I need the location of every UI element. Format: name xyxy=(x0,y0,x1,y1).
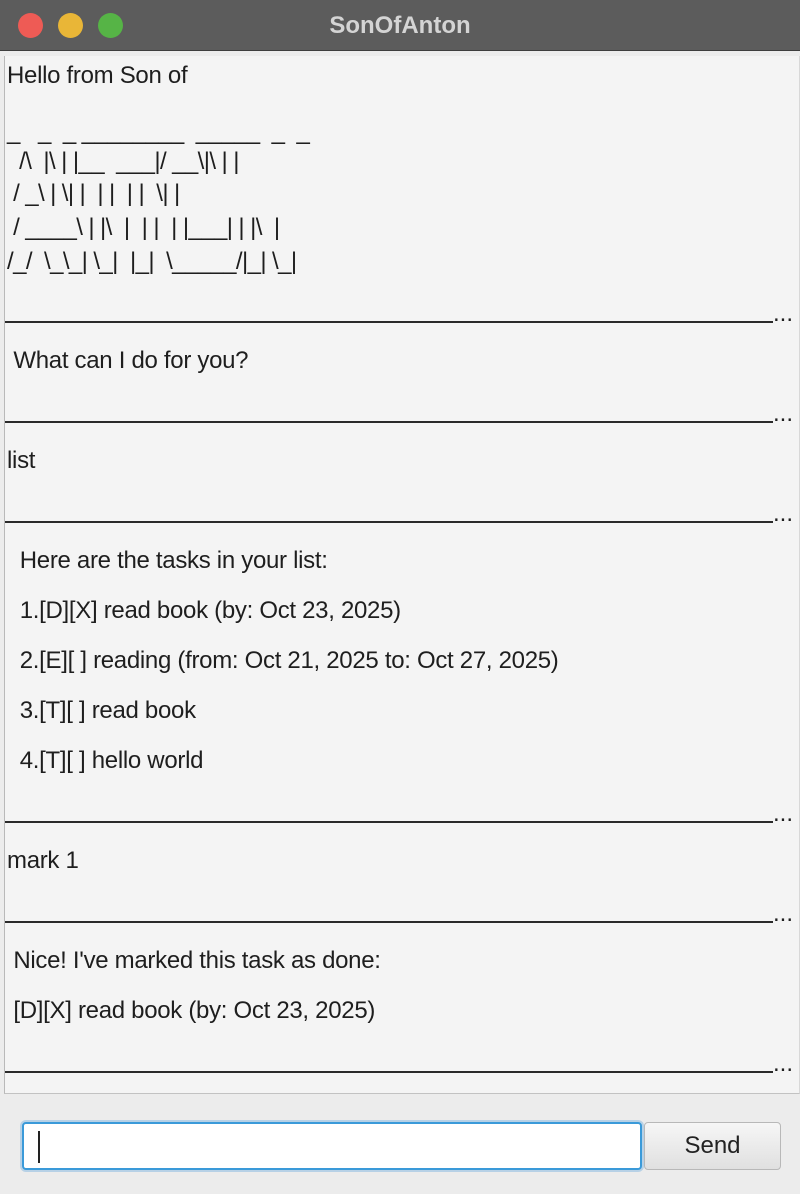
ascii-logo-line: _ _ _ ________ _____ _ _ xyxy=(7,118,310,145)
task-list-item: 2.[E][ ] reading (from: Oct 21, 2025 to:… xyxy=(7,647,559,674)
message-input[interactable] xyxy=(22,1122,642,1170)
text-caret xyxy=(38,1131,40,1163)
separator-line: ... xyxy=(5,500,795,528)
bot-reply-line: [D][X] read book (by: Oct 23, 2025) xyxy=(7,997,376,1024)
chat-scroll-pane[interactable]: Hello from Son of _ _ _ ________ _____ _… xyxy=(4,56,800,1094)
bot-reply-line: Here are the tasks in your list: xyxy=(7,547,328,574)
task-list-item: 3.[T][ ] read book xyxy=(7,697,196,724)
ascii-logo-line: /\ |\ | |__ ___|/ __\|\ | | xyxy=(7,148,239,175)
task-list-item: 4.[T][ ] hello world xyxy=(7,747,204,774)
task-list-item: 1.[D][X] read book (by: Oct 23, 2025) xyxy=(7,597,401,624)
greeting-text: Hello from Son of xyxy=(7,62,188,89)
prompt-text: What can I do for you? xyxy=(7,347,249,374)
send-button[interactable]: Send xyxy=(644,1122,781,1170)
separator-line: ... xyxy=(5,800,795,828)
separator-line: ... xyxy=(5,400,795,428)
separator-line: ... xyxy=(5,300,795,328)
user-message: list xyxy=(7,447,36,474)
user-message: mark 1 xyxy=(7,847,79,874)
input-bar: Send xyxy=(0,1096,800,1194)
ascii-logo-line: / _\ | \| | | | | | \| | xyxy=(7,180,180,207)
ascii-logo-line: / ____\ | |\ | | | | |___| | |\ | xyxy=(7,214,280,241)
bot-reply-line: Nice! I've marked this task as done: xyxy=(7,947,381,974)
separator-line: ... xyxy=(5,1050,795,1078)
separator-line: ... xyxy=(5,900,795,928)
ascii-logo-line: /_/ \_\_| \_| |_| \_____/|_| \_| xyxy=(7,248,297,275)
title-bar: SonOfAnton xyxy=(0,0,800,51)
window-title: SonOfAnton xyxy=(329,12,471,39)
